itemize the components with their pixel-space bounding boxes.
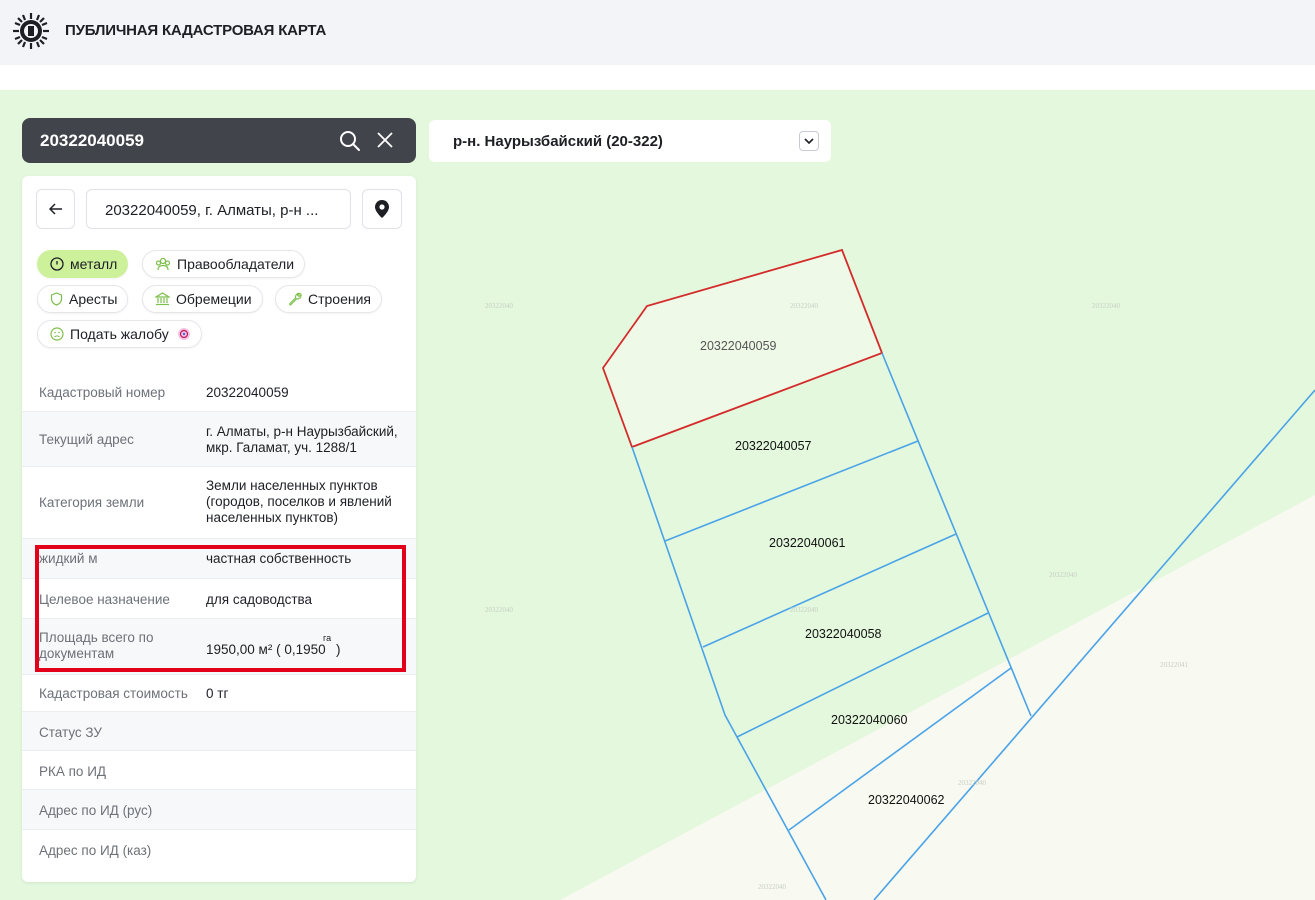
table-row: Адрес по ИД (каз) (22, 830, 416, 870)
bank-icon (155, 292, 170, 306)
map-area-light (560, 495, 1315, 900)
chip-label: Подать жалобу (70, 326, 169, 342)
row-label: Категория земли (39, 495, 145, 510)
row-value: Земли населенных пунктов (городов, посел… (206, 478, 392, 525)
district-label: р-н. Наурызбайский (20-322) (453, 133, 663, 150)
table-row: Текущий адрес г. Алматы, р-н Наурызбайск… (22, 412, 416, 467)
table-row: жидкий м частная собственность (22, 539, 416, 579)
faint-label: 20322040 (790, 606, 819, 614)
arrow-left-icon (48, 203, 62, 215)
chip-label: металл (70, 256, 118, 272)
app-header: ПУБЛИЧНАЯ КАДАСТРОВАЯ КАРТА (0, 0, 1315, 65)
row-label: Кадастровая стоимость (39, 686, 188, 701)
table-row: Целевое назначение для садоводства (22, 579, 416, 619)
parcel-info-panel: 20322040059, г. Алматы, р-н ... металл П… (22, 176, 416, 882)
chip-complaint[interactable]: Подать жалобу (37, 320, 202, 348)
row-label: Статус ЗУ (39, 725, 103, 740)
row-label: жидкий м (39, 551, 98, 566)
parcel-label[interactable]: 20322040062 (868, 793, 945, 807)
row-value: г. Алматы, р-н Наурызбайский, мкр. Галам… (206, 424, 398, 455)
badge-icon (177, 327, 191, 341)
logo-icon (13, 13, 49, 49)
search-icon[interactable] (339, 130, 361, 152)
locate-button[interactable] (362, 189, 402, 229)
chip-label: Аресты (69, 291, 118, 307)
row-value: 1950,00 м² ( 0,1950 га ) (206, 633, 341, 658)
close-icon[interactable] (376, 131, 394, 149)
chip-encumbrances[interactable]: Обремеции (142, 285, 263, 313)
wrench-icon (288, 292, 302, 306)
parcel-label[interactable]: 20322040058 (805, 627, 882, 641)
area-unit: га (323, 633, 332, 643)
back-button[interactable] (36, 189, 75, 229)
row-value: для садоводства (206, 592, 313, 607)
chevron-down-icon[interactable] (799, 131, 819, 151)
shield-icon (50, 292, 63, 306)
search-input[interactable]: 20322040059 (40, 131, 144, 151)
users-icon (155, 257, 171, 271)
map-pin-icon (375, 200, 389, 218)
table-row: РКА по ИД (22, 751, 416, 790)
table-row: Категория земли Земли населенных пунктов… (22, 467, 416, 539)
row-label: Адрес по ИД (рус) (39, 803, 153, 818)
chip-owners[interactable]: Правообладатели (142, 250, 306, 278)
table-row: Кадастровая стоимость 0 тг (22, 675, 416, 712)
row-label: РКА по ИД (39, 764, 107, 779)
table-row: Статус ЗУ (22, 712, 416, 751)
table-row: Адрес по ИД (рус) (22, 790, 416, 830)
parcel-label[interactable]: 20322040057 (735, 439, 812, 453)
chip-arrests[interactable]: Аресты (37, 285, 129, 313)
area-tail: ) (336, 642, 341, 657)
row-label: Площадь всего по документам (39, 630, 154, 661)
row-value: 0 тг (206, 686, 229, 701)
faint-label: 20322040 (958, 779, 987, 787)
faint-label: 20322040 (1092, 302, 1121, 310)
row-label: Текущий адрес (39, 432, 134, 447)
faint-label: 20322041 (1160, 661, 1189, 669)
area-value: 1950,00 м² ( 0,1950 (206, 642, 326, 657)
row-value: частная собственность (206, 551, 352, 566)
sad-face-icon (50, 327, 64, 341)
row-value: 20322040059 (206, 385, 289, 400)
faint-label: 20322040 (1049, 571, 1078, 579)
table-row: Кадастровый номер 20322040059 (22, 371, 416, 412)
faint-label: 20322040 (485, 302, 514, 310)
parcel-label[interactable]: 20322040060 (831, 713, 908, 727)
district-select[interactable]: р-н. Наурызбайский (20-322) (429, 120, 831, 162)
row-label: Кадастровый номер (39, 385, 166, 400)
row-label: Целевое назначение (39, 592, 170, 607)
parcel-label[interactable]: 20322040061 (769, 536, 846, 550)
chip-label: Строения (308, 291, 372, 307)
table-row: Площадь всего по документам 1950,00 м² (… (22, 619, 416, 675)
chip-label: Правообладатели (177, 256, 295, 272)
parcel-label[interactable]: 20322040059 (700, 339, 777, 353)
faint-label: 20322040 (485, 606, 514, 614)
app-title: ПУБЛИЧНАЯ КАДАСТРОВАЯ КАРТА (65, 22, 327, 39)
row-label: Адрес по ИД (каз) (39, 843, 152, 858)
address-field[interactable]: 20322040059, г. Алматы, р-н ... (86, 189, 351, 229)
clock-icon (50, 257, 64, 271)
chip-metal[interactable]: металл (37, 250, 129, 278)
faint-label: 20322040 (758, 883, 787, 891)
faint-label: 20322040 (790, 302, 819, 310)
chip-label: Обремеции (176, 291, 252, 307)
chip-buildings[interactable]: Строения (275, 285, 383, 313)
